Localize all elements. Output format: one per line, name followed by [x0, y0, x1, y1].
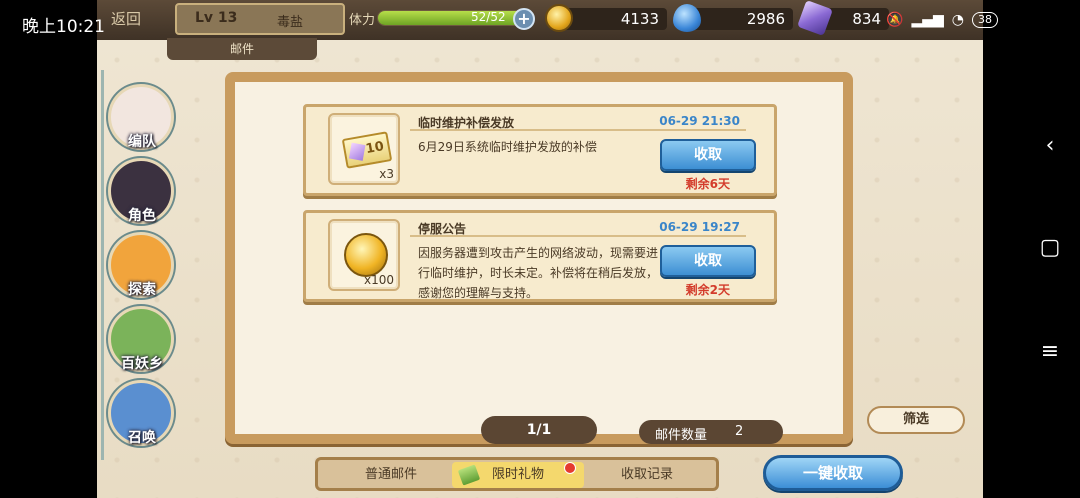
gold-coin-icon: [545, 4, 573, 32]
mail-title: 临时维护补偿发放: [418, 116, 515, 130]
nav-home-icon[interactable]: ▢: [1036, 234, 1064, 262]
nav-back-icon[interactable]: ‹: [1036, 132, 1064, 160]
left-letterbox: [0, 0, 97, 498]
tab-claim-history[interactable]: 收取记录: [584, 462, 710, 488]
crystal-counter: 834: [797, 0, 889, 36]
remaining-time: 剩余6天: [685, 177, 730, 191]
notification-dot: [564, 462, 576, 474]
player-name: 毒盐: [277, 15, 304, 30]
mail-count-label: 邮件数量: [655, 428, 708, 443]
section-title: 邮件: [167, 38, 317, 60]
ticket-number: 10: [364, 139, 386, 158]
tab-normal-mail[interactable]: 普通邮件: [328, 462, 454, 488]
claim-button[interactable]: 收取: [660, 139, 756, 171]
reward-slot[interactable]: 10 x3: [328, 113, 400, 185]
gem-icon: [348, 142, 366, 161]
remaining-time: 剩余2天: [685, 283, 730, 297]
mail-body: 6月29日系统临时维护发放的补偿: [418, 140, 597, 154]
mail-count-value: 2: [735, 424, 744, 439]
right-letterbox: [983, 0, 1080, 498]
claim-button[interactable]: 收取: [660, 245, 756, 277]
sidebar-item-label: 百妖乡: [121, 356, 163, 372]
sidebar-item-character[interactable]: 角色: [108, 158, 174, 224]
back-button[interactable]: 返回: [111, 8, 141, 29]
stamina-value: 52/52: [471, 10, 506, 24]
sidebar-item-label: 角色: [128, 208, 156, 224]
sidebar: 编队 角色 探索 百妖乡 召唤: [101, 70, 181, 460]
sidebar-item-explore[interactable]: 探索: [108, 232, 174, 298]
stamina: 体力 52/52: [349, 6, 539, 30]
player-level: Lv 13: [195, 10, 238, 26]
mail-date: 06-29 21:30: [659, 114, 740, 128]
mail-item[interactable]: x100 停服公告 06-29 19:27 因服务器遭到攻击产生的网络波动，现需…: [303, 210, 777, 302]
collect-all-button[interactable]: 一键收取: [763, 455, 903, 491]
tab-label: 收取记录: [620, 467, 673, 482]
game-area: 返回 Lv 13 毒盐 体力 52/52 + 4133 2986 834 邮件: [97, 0, 983, 498]
top-bar: 返回 Lv 13 毒盐 体力 52/52 + 4133 2986 834: [97, 0, 983, 40]
mail-tabs: 普通邮件 限时礼物 收取记录: [315, 457, 719, 491]
filter-button[interactable]: 筛选: [867, 406, 965, 434]
tab-limited-gifts[interactable]: 限时礼物: [452, 462, 584, 488]
sidebar-item-summon[interactable]: 召唤: [108, 380, 174, 446]
crystal-icon: [797, 0, 833, 36]
mail-count: 邮件数量 2: [639, 420, 783, 444]
stamina-label: 体力: [349, 13, 376, 28]
mail-item[interactable]: 10 x3 临时维护补偿发放 06-29 21:30 6月29日系统临时维护发放…: [303, 104, 777, 196]
add-stamina-button[interactable]: +: [513, 8, 535, 30]
mail-title: 停服公告: [418, 222, 467, 236]
water-drop-icon: [673, 4, 701, 32]
mail-body: 因服务器遭到攻击产生的网络波动，现需要进行临时维护，时长未定。补偿将在稍后发放，…: [418, 246, 659, 300]
gift-ticket-icon: [457, 464, 481, 486]
water-counter: 2986: [673, 4, 793, 32]
nav-menu-icon[interactable]: ≡: [1036, 338, 1064, 366]
mail-date: 06-29 19:27: [659, 220, 740, 234]
player-info: Lv 13 毒盐: [175, 3, 345, 35]
crystal-value: 834: [852, 10, 881, 28]
sidebar-item-label: 探索: [128, 282, 156, 298]
water-value: 2986: [746, 10, 785, 28]
sidebar-item-village[interactable]: 百妖乡: [108, 306, 174, 372]
tab-label: 普通邮件: [364, 467, 417, 482]
page-indicator: 1/1: [481, 416, 597, 444]
reward-quantity: x3: [379, 167, 394, 181]
gold-coin-icon: [344, 233, 388, 277]
sidebar-item-label: 召唤: [128, 430, 156, 446]
tab-label: 限时礼物: [491, 467, 544, 482]
gold-value: 4133: [620, 10, 659, 28]
reward-quantity: x100: [363, 273, 394, 287]
sidebar-item-team[interactable]: 编队: [108, 84, 174, 150]
reward-slot[interactable]: x100: [328, 219, 400, 291]
ticket-icon: 10: [341, 131, 393, 169]
sidebar-item-label: 编队: [128, 134, 156, 150]
gold-counter: 4133: [545, 4, 667, 32]
